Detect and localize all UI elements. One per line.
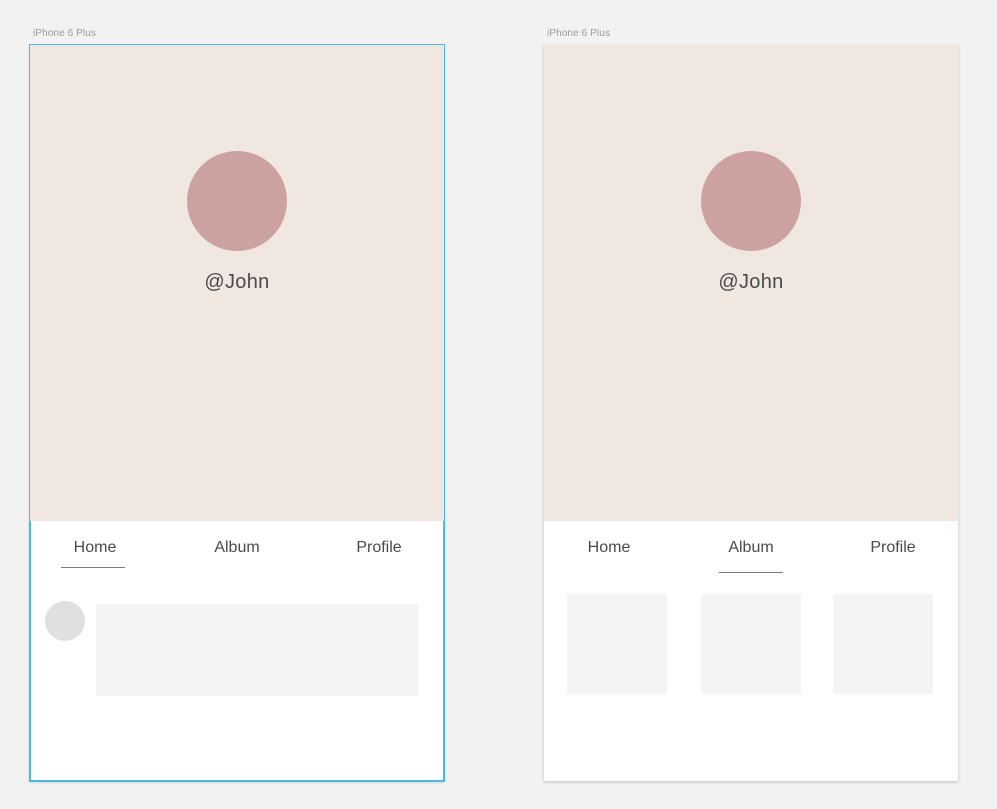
artboard-album[interactable]: @John Home Album Profile (544, 45, 958, 781)
profile-header: @John (30, 45, 444, 521)
tab-album[interactable]: Album (720, 539, 782, 557)
active-tab-indicator (61, 567, 125, 568)
tab-album[interactable]: Album (206, 539, 268, 557)
artboard-home[interactable]: @John Home Album Profile (29, 44, 445, 782)
design-canvas: iPhone 6 Plus @John Home Album Profile i… (0, 0, 997, 809)
tab-home[interactable]: Home (64, 539, 126, 557)
tab-home[interactable]: Home (578, 539, 640, 557)
tab-profile[interactable]: Profile (348, 539, 410, 557)
feed-card-placeholder (96, 604, 418, 696)
profile-header: @John (544, 45, 958, 521)
active-tab-indicator (719, 572, 783, 573)
album-tile[interactable] (701, 594, 801, 694)
album-tile[interactable] (567, 594, 667, 694)
username: @John (718, 271, 784, 293)
avatar (701, 151, 801, 251)
artboard-label[interactable]: iPhone 6 Plus (547, 28, 610, 39)
artboard-label[interactable]: iPhone 6 Plus (33, 28, 96, 39)
feed-avatar (45, 601, 85, 641)
username: @John (204, 271, 270, 293)
album-tile[interactable] (833, 594, 933, 694)
tab-profile[interactable]: Profile (862, 539, 924, 557)
avatar (187, 151, 287, 251)
